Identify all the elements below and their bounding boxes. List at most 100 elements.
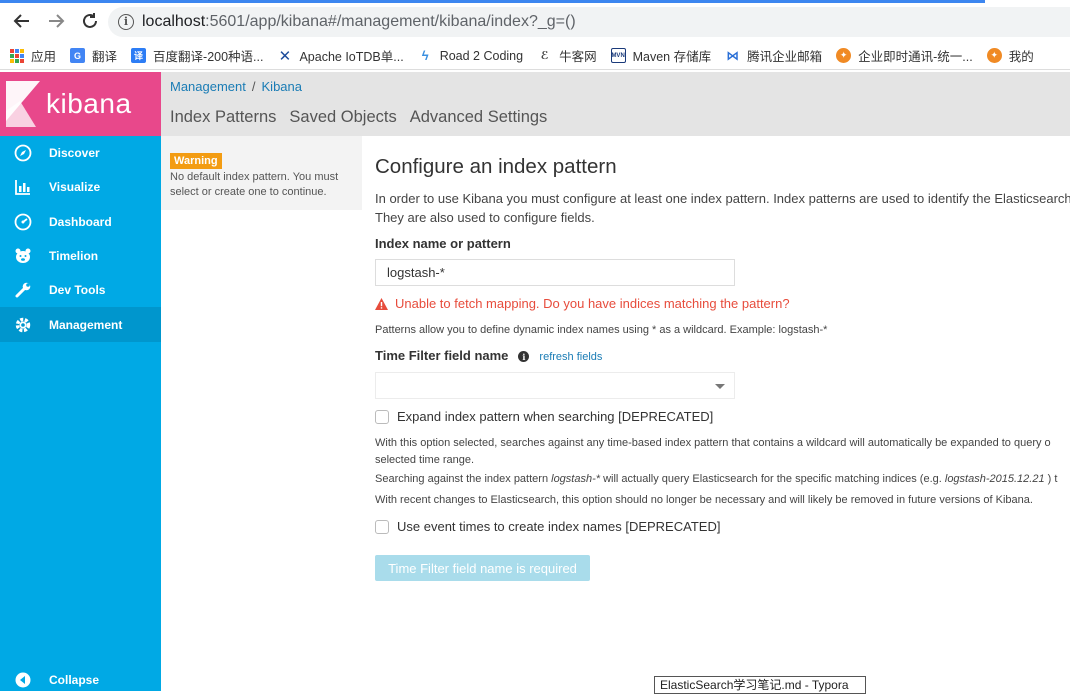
bar-chart-icon xyxy=(14,178,32,196)
search-help-post: ) t xyxy=(1044,473,1058,485)
bookmark-road2coding[interactable]: ϟ Road 2 Coding xyxy=(417,48,524,63)
bookmark-label: 腾讯企业邮箱 xyxy=(747,50,823,64)
bookmark-label: Apache IoTDB单... xyxy=(299,50,404,64)
sidebar-item-label: Timelion xyxy=(49,249,99,264)
bookmark-maven[interactable]: MVN Maven 存储库 xyxy=(610,46,712,65)
breadcrumb-management[interactable]: Management xyxy=(170,79,246,94)
iotdb-icon: ✕ xyxy=(277,47,293,65)
sidebar-item-dashboard[interactable]: Dashboard xyxy=(0,205,161,239)
bookmark-label: 百度翻译-200种语... xyxy=(153,50,264,64)
bookmark-my[interactable]: ✦ 我的 xyxy=(986,46,1034,65)
sidebar-item-label: Management xyxy=(49,317,123,332)
bookmark-enterprise-im[interactable]: ✦ 企业即时通讯-统一... xyxy=(836,46,973,65)
reload-button[interactable] xyxy=(74,5,106,37)
recent-changes-help-text: With recent changes to Elasticsearch, th… xyxy=(375,494,1033,506)
bookmark-baidu-translate[interactable]: 译 百度翻译-200种语... xyxy=(131,46,263,65)
sidebar-item-label: Visualize xyxy=(49,180,101,195)
sidebar: kibana Discover Visualize Dashboard Time… xyxy=(0,72,161,691)
expand-help-text: With this option selected, searches agai… xyxy=(375,435,1051,469)
search-help-pattern: logstash-* xyxy=(551,473,601,485)
error-text: Unable to fetch mapping. Do you have ind… xyxy=(395,296,790,311)
page-title: Configure an index pattern xyxy=(375,155,617,178)
tencent-mail-icon: ⋈ xyxy=(725,47,741,63)
search-help-example: logstash-2015.12.21 xyxy=(944,473,1045,485)
bookmark-label: 应用 xyxy=(31,50,57,64)
arrow-left-icon xyxy=(13,14,29,28)
sidebar-item-discover[interactable]: Discover xyxy=(0,136,161,170)
arrow-right-icon xyxy=(49,14,65,28)
index-pattern-input[interactable]: logstash-* xyxy=(375,259,735,286)
event-times-checkbox[interactable] xyxy=(375,519,389,534)
kibana-logo[interactable]: kibana xyxy=(0,72,161,136)
forward-button[interactable] xyxy=(40,5,72,37)
baidu-translate-icon: 译 xyxy=(131,48,147,63)
chevron-down-icon xyxy=(715,384,725,389)
intro-line-2: They are also used to configure fields. xyxy=(375,210,595,225)
url-path: :5601/app/kibana#/management/kibana/inde… xyxy=(205,13,576,30)
sidebar-item-label: Dev Tools xyxy=(49,283,106,298)
google-translate-icon: G xyxy=(70,48,86,63)
url-host: localhost xyxy=(142,13,206,30)
intro-text: In order to use Kibana you must configur… xyxy=(375,189,1070,227)
bookmark-apps[interactable]: 应用 xyxy=(10,46,56,65)
warning-text: No default index pattern. You must selec… xyxy=(170,171,339,198)
breadcrumb-separator: / xyxy=(251,79,256,94)
index-pattern-value: logstash-* xyxy=(387,265,445,280)
time-filter-label-row: Time Filter field name i refresh fields xyxy=(375,348,602,363)
event-times-row[interactable]: Use event times to create index names [D… xyxy=(375,519,720,534)
gear-icon xyxy=(14,316,32,334)
kibana-logo-icon xyxy=(6,81,40,127)
management-header: Management / Kibana Index Patterns Saved O… xyxy=(161,72,1070,136)
bookmark-label: 牛客网 xyxy=(559,50,597,64)
collapse-arrow-icon xyxy=(14,671,32,689)
maven-icon: MVN xyxy=(610,48,626,63)
refresh-fields-link[interactable]: refresh fields xyxy=(539,351,602,363)
bookmark-iotdb[interactable]: ✕ Apache IoTDB单... xyxy=(277,46,404,65)
bookmark-label: 我的 xyxy=(1008,50,1034,64)
search-help-text: Searching against the index pattern logs… xyxy=(375,471,1057,488)
bookmark-nowcoder[interactable]: ℰ 牛客网 xyxy=(537,46,597,65)
logo-text: kibana xyxy=(46,88,132,119)
time-filter-label: Time Filter field name xyxy=(375,348,509,363)
back-button[interactable] xyxy=(6,5,38,37)
bookmark-tencent-mail[interactable]: ⋈ 腾讯企业邮箱 xyxy=(725,46,822,65)
apps-grid-icon xyxy=(10,48,24,63)
collapse-button[interactable]: Collapse xyxy=(0,668,99,692)
management-tabs: Index Patterns Saved Objects Advanced Se… xyxy=(170,108,560,127)
nowcoder-icon: ℰ xyxy=(537,48,553,63)
my-icon: ✦ xyxy=(986,48,1002,63)
bookmark-translate[interactable]: G 翻译 xyxy=(70,46,117,65)
sidebar-item-visualize[interactable]: Visualize xyxy=(0,170,161,204)
address-bar[interactable]: i localhost:5601/app/kibana#/management/… xyxy=(108,7,1070,37)
sidebar-item-dev-tools[interactable]: Dev Tools xyxy=(0,273,161,307)
collapse-label: Collapse xyxy=(49,673,100,687)
create-index-pattern-button[interactable]: Time Filter field name is required xyxy=(375,555,590,581)
expand-index-pattern-row[interactable]: Expand index pattern when searching [DEP… xyxy=(375,409,713,424)
expand-help-line-2: selected time range. xyxy=(375,454,475,466)
tab-index-patterns[interactable]: Index Patterns xyxy=(170,108,276,127)
bookmark-label: 翻译 xyxy=(92,50,118,64)
site-info-icon[interactable]: i xyxy=(118,14,134,30)
expand-index-pattern-label: Expand index pattern when searching [DEP… xyxy=(397,409,714,424)
wrench-icon xyxy=(14,281,32,299)
mapping-error: Unable to fetch mapping. Do you have ind… xyxy=(375,296,790,311)
info-icon[interactable]: i xyxy=(518,351,530,363)
index-patterns-list-panel: Warning No default index pattern. You mu… xyxy=(161,136,362,210)
dashboard-gauge-icon xyxy=(14,213,32,231)
tab-advanced-settings[interactable]: Advanced Settings xyxy=(410,108,548,127)
enterprise-im-icon: ✦ xyxy=(836,48,852,63)
time-filter-select[interactable] xyxy=(375,372,735,399)
warning-triangle-icon xyxy=(375,297,388,310)
tab-saved-objects[interactable]: Saved Objects xyxy=(289,108,396,127)
bookmark-label: Road 2 Coding xyxy=(439,48,524,63)
expand-index-pattern-checkbox[interactable] xyxy=(375,409,389,424)
sidebar-item-timelion[interactable]: Timelion xyxy=(0,239,161,273)
sidebar-item-management[interactable]: Management xyxy=(0,307,161,342)
road-coding-icon: ϟ xyxy=(417,48,433,63)
bookmark-label: Maven 存储库 xyxy=(632,50,712,64)
taskbar-window-tooltip: ElasticSearch学习笔记.md - Typora xyxy=(654,676,866,694)
reload-icon xyxy=(83,13,97,28)
breadcrumb-kibana[interactable]: Kibana xyxy=(262,79,302,94)
timelion-bear-icon xyxy=(14,247,32,265)
intro-line-1: In order to use Kibana you must configur… xyxy=(375,191,1070,206)
